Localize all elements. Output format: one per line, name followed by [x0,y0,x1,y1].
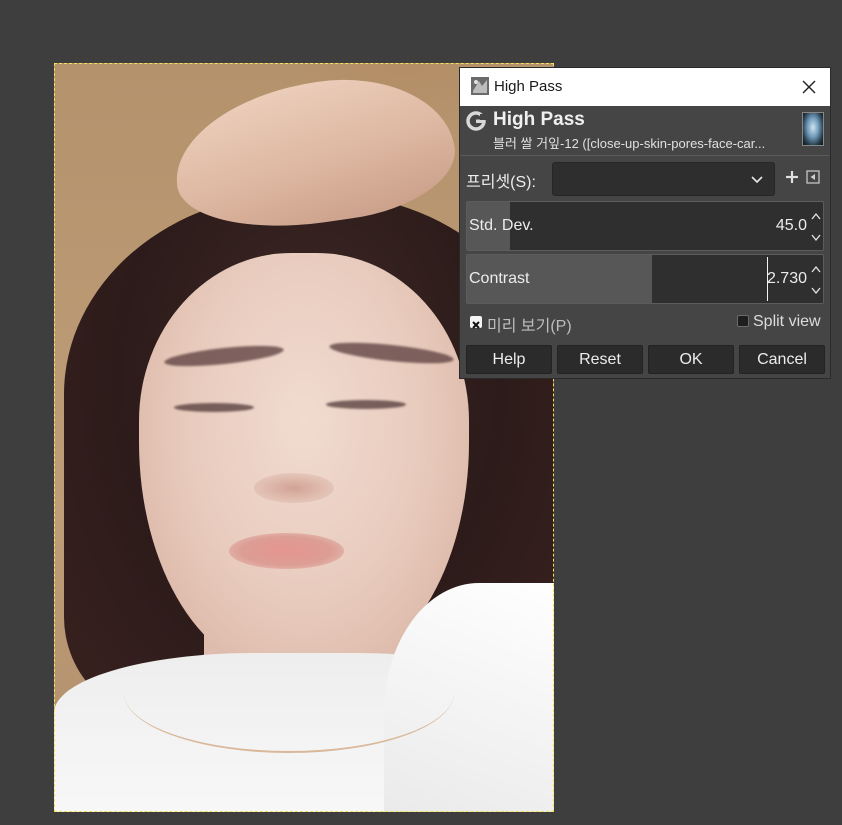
text-cursor [767,257,768,301]
gimp-app-icon [471,77,489,95]
presets-label: 프리셋(S): [466,174,536,191]
filter-header: High Pass 블러 쌀 거잎-12 ([close-up-skin-por… [460,106,830,154]
filter-title: High Pass [493,109,585,130]
help-button[interactable]: Help [466,345,552,374]
add-preset-icon[interactable] [784,169,800,185]
shirt-collar [124,633,454,753]
filter-subtitle: 블러 쌀 거잎-12 ([close-up-skin-pores-face-ca… [493,136,766,151]
cancel-button[interactable]: Cancel [739,345,825,374]
gegl-icon [466,111,487,131]
preview-label[interactable]: 미리 보기(P) [487,312,572,336]
contrast-value[interactable]: 2.730 [767,270,807,288]
dialog-title: High Pass [494,78,563,95]
split-view-label[interactable]: Split view [753,313,821,331]
std-dev-value[interactable]: 45.0 [776,217,807,235]
lips [229,533,344,569]
contrast-label: Contrast [469,270,530,287]
reset-button[interactable]: Reset [557,345,643,374]
ok-button[interactable]: OK [648,345,734,374]
std-dev-label: Std. Dev. [469,217,534,234]
contrast-stepper-icon[interactable] [809,255,823,303]
right-eyelid [326,400,406,409]
presets-dropdown[interactable] [552,162,775,196]
checkmark-x-icon [472,321,480,329]
std-dev-stepper-icon[interactable] [809,202,823,250]
dialog-titlebar[interactable]: High Pass [460,68,830,106]
preview-checkbox[interactable] [470,316,482,329]
high-pass-dialog: High Pass High Pass 블러 쌀 거잎-12 ([close-u… [459,67,831,379]
split-view-checkbox[interactable] [737,315,749,327]
std-dev-spinscale[interactable]: Std. Dev. 45.0 [466,201,824,251]
preset-menu-icon[interactable] [806,170,820,184]
chevron-down-icon [751,176,763,184]
close-icon[interactable] [796,74,822,100]
header-divider [460,155,830,156]
image-thumbnail [802,112,824,146]
contrast-spinscale[interactable]: Contrast 2.730 [466,254,824,304]
left-eyelid [174,403,254,412]
nose [254,473,334,503]
